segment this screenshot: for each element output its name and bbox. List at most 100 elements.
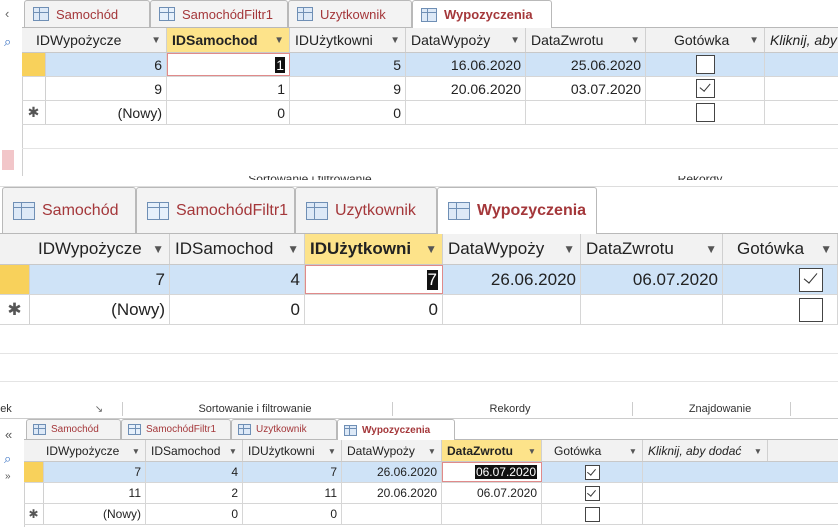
table-row[interactable]: 7 4 7 26.06.2020 06.07.2020 [24, 462, 838, 483]
column-header-datazwrotu[interactable]: DataZwrotu ▼ [581, 234, 723, 264]
cell-new-idsamochod[interactable]: 0 [146, 504, 243, 524]
filter-icon[interactable]: ▼ [525, 446, 541, 456]
cell-new-datazwrotu[interactable] [526, 101, 646, 124]
search-icon[interactable]: ⌕ [4, 34, 11, 50]
chevron-down-icon[interactable]: ▼ [507, 35, 525, 46]
column-header-datazwrotu[interactable]: DataZwrotu ▼ [442, 440, 542, 461]
cell-idsamochod-editing[interactable]: 1 [167, 53, 290, 76]
cell-datazwrotu-editing[interactable]: 06.07.2020 [442, 462, 542, 482]
cell-gotowka[interactable] [723, 295, 838, 324]
column-header-gotowka[interactable]: Gotówka ▼ [646, 28, 765, 52]
column-header-datawypozyczenia[interactable]: DataWypoży ▼ [406, 28, 526, 52]
column-header-gotowka[interactable]: Gotówka ▼ [723, 234, 838, 264]
cell-new-iduzytkownika[interactable]: 0 [243, 504, 342, 524]
cell-gotowka[interactable] [542, 483, 643, 503]
cell-new-label[interactable]: (Nowy) [46, 101, 167, 124]
cell-idwypozyczenia[interactable]: 7 [44, 462, 146, 482]
chevron-down-icon[interactable]: ▼ [817, 242, 837, 256]
cell-idwypozyczenia[interactable]: 7 [30, 265, 170, 294]
tab-samochod[interactable]: Samochód [2, 187, 136, 233]
tab-samochodfiltr1[interactable]: SamochódFiltr1 [121, 419, 231, 439]
cell-gotowka[interactable] [646, 77, 765, 100]
column-header-add-field[interactable]: Kliknij, aby [765, 28, 838, 52]
chevron-down-icon[interactable]: ▼ [387, 35, 405, 46]
record-selector[interactable] [0, 265, 30, 294]
tab-samochodfiltr1[interactable]: SamochódFiltr1 [150, 0, 288, 27]
tab-samochodfiltr1[interactable]: SamochódFiltr1 [136, 187, 295, 233]
dialog-launcher-icon[interactable]: ↘ [92, 400, 106, 418]
cell-gotowka[interactable] [646, 53, 765, 76]
cell-new-idsamochod[interactable]: 0 [167, 101, 290, 124]
chevron-down-icon[interactable]: ▼ [560, 242, 580, 256]
chevron-down-icon[interactable]: ▼ [149, 242, 169, 256]
filter-icon[interactable]: ▼ [271, 35, 289, 46]
column-header-idwypozyczenia[interactable]: IDWypożycze ▼ [24, 440, 146, 461]
gotowka-checkbox[interactable] [695, 55, 715, 74]
column-header-iduzytkownika[interactable]: IDUżytkowni ▼ [290, 28, 406, 52]
table-row[interactable]: 11 2 11 20.06.2020 06.07.2020 [24, 483, 838, 504]
tab-wypozyczenia[interactable]: Wypozyczenia [437, 187, 597, 234]
tab-wypozyczenia[interactable]: Wypozyczenia [412, 0, 552, 28]
chevron-down-icon[interactable]: ▼ [702, 242, 722, 256]
chevron-down-icon[interactable]: ▼ [226, 446, 242, 456]
chevron-down-icon[interactable]: ▼ [284, 242, 304, 256]
cell-datazwrotu[interactable]: 03.07.2020 [526, 77, 646, 100]
cell-iduzytkownika-editing[interactable]: 7 [305, 265, 443, 294]
cell-idsamochod[interactable]: 4 [146, 462, 243, 482]
cell-datawypozyczenia[interactable]: 26.06.2020 [342, 462, 442, 482]
cell-idwypozyczenia[interactable]: 11 [44, 483, 146, 503]
column-header-datawypozyczenia[interactable]: DataWypoży ▼ [342, 440, 442, 461]
new-record-row[interactable]: ✱ (Nowy) 0 0 [22, 101, 838, 125]
gotowka-checkbox[interactable] [799, 267, 823, 292]
cell-new-datawypozyczenia[interactable] [342, 504, 442, 524]
cell-datazwrotu[interactable]: 06.07.2020 [442, 483, 542, 503]
new-record-row[interactable]: ✱ (Nowy) 0 0 [24, 504, 838, 525]
column-header-datazwrotu[interactable]: DataZwrotu ▼ [526, 28, 646, 52]
tab-samochod[interactable]: Samochód [24, 0, 150, 27]
cell-new-iduzytkownika[interactable]: 0 [290, 101, 406, 124]
search-icon[interactable]: ⌕ [4, 451, 11, 467]
cell-new-datawypozyczenia[interactable] [443, 295, 581, 324]
column-header-iduzytkownika[interactable]: IDUżytkowni ▼ [243, 440, 342, 461]
cell-idwypozyczenia[interactable]: 6 [46, 53, 167, 76]
gotowka-checkbox[interactable] [695, 103, 715, 122]
gotowka-checkbox[interactable] [799, 297, 823, 322]
column-header-iduzytkownika[interactable]: IDUżytkowni ▼ [305, 234, 443, 264]
filter-icon[interactable]: ▼ [422, 242, 442, 256]
record-selector[interactable] [22, 53, 46, 76]
chevron-down-icon[interactable]: ▼ [626, 446, 642, 456]
cell-gotowka[interactable] [542, 462, 643, 482]
collapse-left-icon[interactable]: ‹ [5, 6, 9, 21]
gotowka-checkbox[interactable] [695, 79, 715, 98]
cell-idwypozyczenia[interactable]: 9 [46, 77, 167, 100]
tab-uzytkownik[interactable]: Uzytkownik [295, 187, 437, 233]
new-record-row[interactable]: ✱ (Nowy) 0 0 [0, 295, 838, 325]
tab-uzytkownik[interactable]: Uzytkownik [231, 419, 337, 439]
record-selector[interactable] [22, 77, 46, 100]
cell-iduzytkownika[interactable]: 5 [290, 53, 406, 76]
cell-datawypozyczenia[interactable]: 26.06.2020 [443, 265, 581, 294]
chevron-down-icon[interactable]: ▼ [148, 35, 166, 46]
column-header-idsamochod[interactable]: IDSamochod ▼ [170, 234, 305, 264]
column-header-idsamochod[interactable]: IDSamochod ▼ [167, 28, 290, 52]
tab-wypozyczenia[interactable]: Wypozyczenia [337, 419, 455, 440]
cell-iduzytkownika[interactable]: 9 [290, 77, 406, 100]
table-row[interactable]: 6 1 5 16.06.2020 25.06.2020 [22, 53, 838, 77]
column-header-idsamochod[interactable]: IDSamochod ▼ [146, 440, 243, 461]
record-selector[interactable] [24, 483, 44, 503]
table-row[interactable]: 9 1 9 20.06.2020 03.07.2020 [22, 77, 838, 101]
record-selector[interactable] [24, 462, 44, 482]
cell-datazwrotu[interactable]: 25.06.2020 [526, 53, 646, 76]
chevron-down-icon[interactable]: ▼ [425, 446, 441, 456]
tab-uzytkownik[interactable]: Uzytkownik [288, 0, 412, 27]
cell-new-idsamochod[interactable]: 0 [170, 295, 305, 324]
cell-datazwrotu[interactable]: 06.07.2020 [581, 265, 723, 294]
column-header-idwypozyczenia[interactable]: IDWypożycze ▼ [0, 234, 170, 264]
gotowka-checkbox[interactable] [584, 464, 600, 480]
gotowka-checkbox[interactable] [584, 506, 600, 522]
chevron-down-icon[interactable]: ▼ [129, 446, 145, 456]
expand-icon[interactable]: » [5, 471, 11, 482]
cell-gotowka[interactable] [542, 504, 643, 524]
cell-datawypozyczenia[interactable]: 20.06.2020 [342, 483, 442, 503]
cell-gotowka[interactable] [646, 101, 765, 124]
